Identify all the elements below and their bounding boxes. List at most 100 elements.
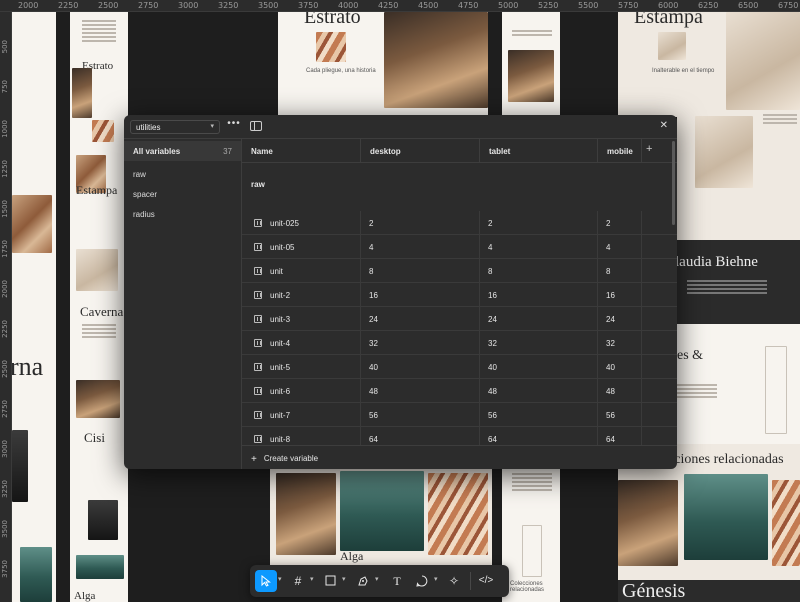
variable-name-cell[interactable]: unit-2 <box>242 283 361 307</box>
chevron-down-icon[interactable]: ▾ <box>310 575 314 583</box>
rectangle-tool-icon[interactable] <box>319 570 341 592</box>
variable-name-cell[interactable]: unit-05 <box>242 235 361 259</box>
design-frame-right-a[interactable] <box>677 112 800 240</box>
design-frame-left-a[interactable]: rna <box>12 12 56 602</box>
value-cell-tablet[interactable]: 2 <box>480 211 598 235</box>
value-cell-mobile[interactable]: 40 <box>598 355 642 379</box>
sidebar-item-radius[interactable]: radius <box>133 210 155 219</box>
table-row[interactable]: unit-3 24 24 24 <box>242 307 677 331</box>
design-frame-genesis[interactable]: Génesis <box>618 580 800 602</box>
column-header-tablet[interactable]: tablet <box>480 139 598 163</box>
frame-tool-icon[interactable]: # <box>287 570 309 592</box>
sidebar-item-raw[interactable]: raw <box>133 170 146 179</box>
design-frame-alga[interactable]: Alga <box>270 469 492 569</box>
chevron-down-icon[interactable]: ▾ <box>278 575 282 583</box>
variable-name-cell[interactable]: unit-3 <box>242 307 361 331</box>
variable-name-cell[interactable]: unit-4 <box>242 331 361 355</box>
frame-image <box>72 68 92 118</box>
column-header-mobile[interactable]: mobile <box>598 139 642 163</box>
sidebar-toggle-icon[interactable] <box>250 121 262 131</box>
ruler-label: 3500 <box>258 1 279 10</box>
table-row[interactable]: unit-6 48 48 48 <box>242 379 677 403</box>
value-cell-desktop[interactable]: 56 <box>361 403 480 427</box>
text-block <box>763 114 797 126</box>
comment-tool-icon[interactable] <box>411 570 433 592</box>
ruler-label: 2500 <box>1 360 9 378</box>
value-cell-desktop[interactable]: 2 <box>361 211 480 235</box>
value-cell-tablet[interactable]: 8 <box>480 259 598 283</box>
chevron-down-icon[interactable]: ▾ <box>434 575 438 583</box>
more-options-button[interactable]: ••• <box>226 119 242 133</box>
design-frame-estrato[interactable]: Estrato Cada pliegue, una historia <box>278 12 488 117</box>
create-variable-button[interactable]: + Create variable <box>251 453 318 465</box>
value-cell-tablet[interactable]: 48 <box>480 379 598 403</box>
add-mode-icon[interactable]: + <box>646 143 652 155</box>
text-tool-icon[interactable]: T <box>386 570 408 592</box>
value-cell-mobile[interactable]: 4 <box>598 235 642 259</box>
value-cell-mobile[interactable]: 24 <box>598 307 642 331</box>
value-cell-desktop[interactable]: 8 <box>361 259 480 283</box>
value-cell-mobile[interactable]: 64 <box>598 427 642 445</box>
variables-table: Name desktop tablet mobile + raw unit-02… <box>242 139 677 445</box>
collection-select[interactable]: utilities ▾ <box>130 120 220 134</box>
value-cell-desktop[interactable]: 4 <box>361 235 480 259</box>
value-cell-mobile[interactable]: 32 <box>598 331 642 355</box>
move-tool-icon[interactable] <box>255 570 277 592</box>
table-row[interactable]: unit-7 56 56 56 <box>242 403 677 427</box>
table-row[interactable]: unit-05 4 4 4 <box>242 235 677 259</box>
table-row[interactable]: unit-2 16 16 16 <box>242 283 677 307</box>
value-cell-desktop[interactable]: 24 <box>361 307 480 331</box>
column-header-name[interactable]: Name <box>242 139 361 163</box>
number-variable-icon <box>254 435 262 443</box>
value-cell-mobile[interactable]: 2 <box>598 211 642 235</box>
table-row[interactable]: unit-5 40 40 40 <box>242 355 677 379</box>
value-cell-desktop[interactable]: 64 <box>361 427 480 445</box>
value-cell-tablet[interactable]: 40 <box>480 355 598 379</box>
value-cell-tablet[interactable]: 56 <box>480 403 598 427</box>
ruler-label: 1000 <box>1 120 9 138</box>
value-cell-mobile[interactable]: 56 <box>598 403 642 427</box>
variable-name-cell[interactable]: unit-7 <box>242 403 361 427</box>
value-cell-desktop[interactable]: 40 <box>361 355 480 379</box>
design-frame-right-b[interactable]: es & <box>677 324 800 444</box>
table-row[interactable]: unit-025 2 2 2 <box>242 211 677 235</box>
pen-tool-icon[interactable] <box>352 570 374 592</box>
dev-mode-toggle-icon[interactable]: </> <box>475 570 497 592</box>
table-row[interactable]: unit-4 32 32 32 <box>242 331 677 355</box>
value-cell-mobile[interactable]: 8 <box>598 259 642 283</box>
value-cell-tablet[interactable]: 4 <box>480 235 598 259</box>
sidebar-item-all-variables[interactable]: All variables 37 <box>124 141 241 161</box>
close-icon[interactable]: ✕ <box>660 120 668 131</box>
variable-name-cell[interactable]: unit-5 <box>242 355 361 379</box>
variable-name-cell[interactable]: unit-8 <box>242 427 361 445</box>
table-row[interactable]: unit 8 8 8 <box>242 259 677 283</box>
value-cell-desktop[interactable]: 48 <box>361 379 480 403</box>
design-frame-left-b[interactable]: Estrato Estampa Caverna Cisi Alga <box>70 12 128 602</box>
design-frame-claudia[interactable]: laudia Biehne <box>677 240 800 324</box>
value-cell-tablet[interactable]: 16 <box>480 283 598 307</box>
number-variable-icon <box>254 291 262 299</box>
variable-name-cell[interactable]: unit-025 <box>242 211 361 235</box>
variable-name-cell[interactable]: unit-6 <box>242 379 361 403</box>
sidebar-item-spacer[interactable]: spacer <box>133 190 157 199</box>
chevron-down-icon[interactable]: ▾ <box>342 575 346 583</box>
ruler-label: 4750 <box>458 1 479 10</box>
value-cell-tablet[interactable]: 64 <box>480 427 598 445</box>
design-frame-estampa[interactable]: Estampa Inalterable en el tiempo <box>618 12 800 117</box>
design-frame-mid[interactable] <box>502 12 560 117</box>
variable-name: unit-5 <box>270 363 291 372</box>
column-header-desktop[interactable]: desktop <box>361 139 480 163</box>
value-cell-mobile[interactable]: 48 <box>598 379 642 403</box>
actions-tool-icon[interactable]: ✧ <box>443 570 465 592</box>
table-row[interactable]: unit-8 64 64 64 <box>242 427 677 445</box>
design-frame-contact[interactable]: Colecciones relacionadas <box>502 469 560 602</box>
chevron-down-icon[interactable]: ▾ <box>375 575 379 583</box>
vertical-scrollbar[interactable] <box>672 141 675 225</box>
value-cell-desktop[interactable]: 16 <box>361 283 480 307</box>
value-cell-tablet[interactable]: 24 <box>480 307 598 331</box>
value-cell-tablet[interactable]: 32 <box>480 331 598 355</box>
ruler-label: 2500 <box>98 1 119 10</box>
value-cell-desktop[interactable]: 32 <box>361 331 480 355</box>
variable-name-cell[interactable]: unit <box>242 259 361 283</box>
value-cell-mobile[interactable]: 16 <box>598 283 642 307</box>
